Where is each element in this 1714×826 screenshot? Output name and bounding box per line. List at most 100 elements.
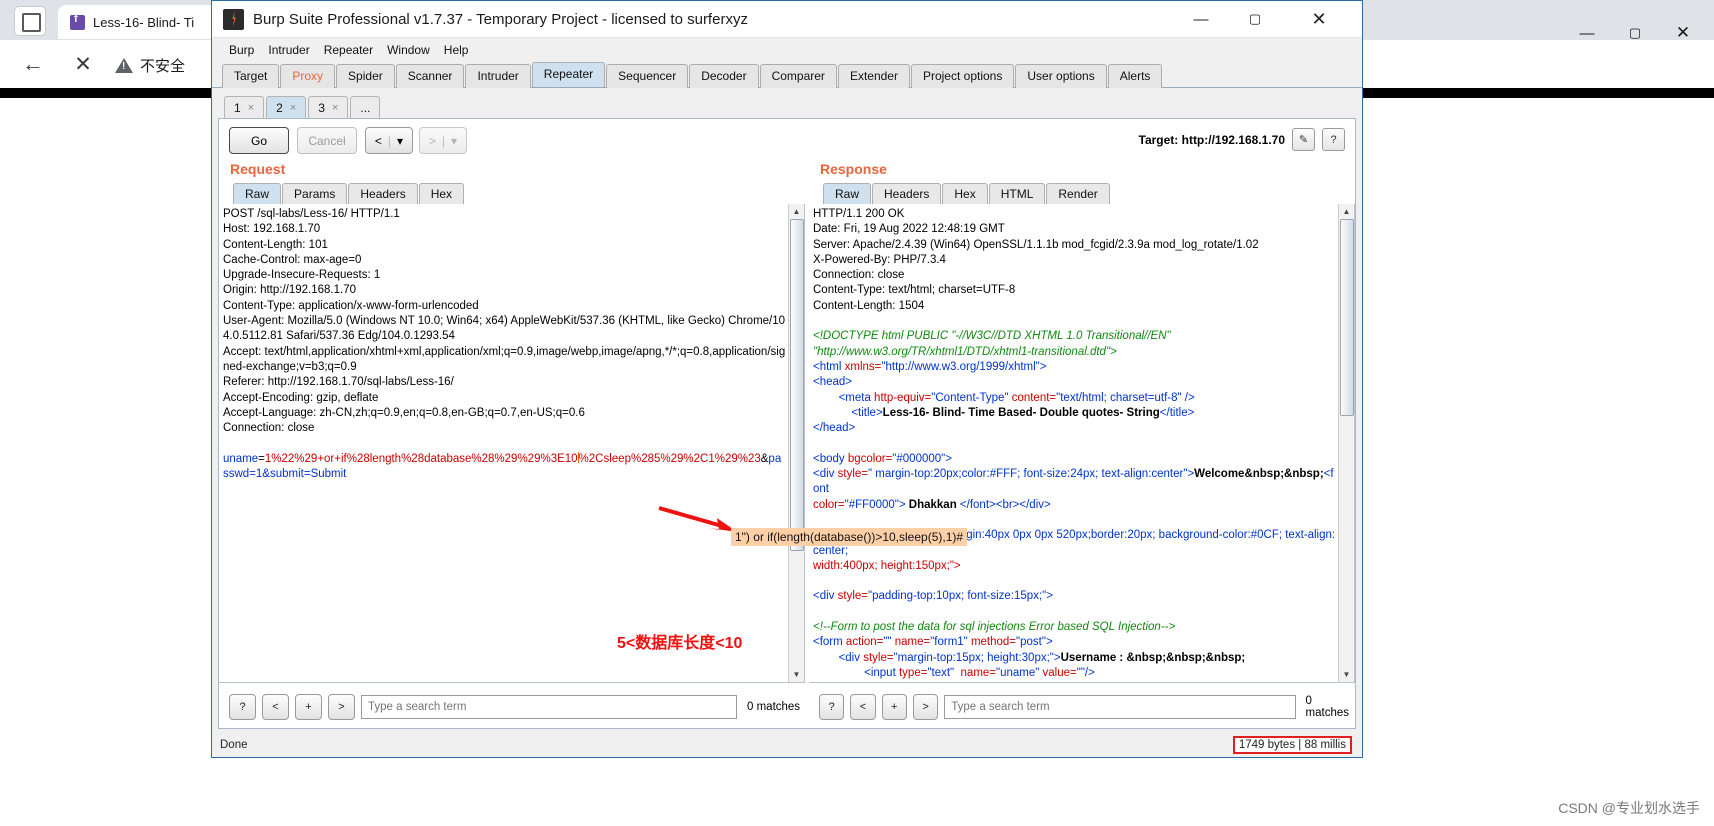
request-find-btn-3[interactable]: > xyxy=(328,694,355,720)
scroll-down-icon[interactable]: ▼ xyxy=(1341,669,1352,680)
response-title: Response xyxy=(820,161,887,177)
burp-main-tabbar: Target Proxy Spider Scanner Intruder Repeater… xyxy=(212,62,1362,88)
request-find-btn-0[interactable]: ? xyxy=(229,694,256,720)
browser-tab-title: Less-16- Blind- Ti xyxy=(93,14,195,30)
response-timing-badge: 1749 bytes | 88 millis xyxy=(1232,736,1352,754)
repeater-toolbar: Go Cancel < | ▾ > | ▾ Target: http://192… xyxy=(219,119,1355,161)
pencil-icon[interactable]: ✎ xyxy=(1292,128,1315,151)
stop-x-icon[interactable]: ✕ xyxy=(68,50,98,78)
next-request-button: > | ▾ xyxy=(419,127,467,154)
request-find-btn-2[interactable]: + xyxy=(295,694,322,720)
watermark: CSDN @专业划水选手 xyxy=(1558,800,1700,816)
response-search-input[interactable] xyxy=(944,695,1296,719)
request-response-split: Request Raw Params Headers Hex POST /sql-la… xyxy=(219,161,1355,728)
response-tab-raw[interactable]: Raw xyxy=(823,183,872,205)
tab-comparer[interactable]: Comparer xyxy=(759,64,837,88)
tab-spider[interactable]: Spider xyxy=(336,64,395,88)
request-tab-headers[interactable]: Headers xyxy=(348,183,418,205)
request-match-count: 0 matches xyxy=(747,701,801,713)
not-secure-warning-icon xyxy=(115,57,133,73)
tab-proxy[interactable]: Proxy xyxy=(280,64,336,88)
request-tab-params[interactable]: Params xyxy=(282,183,348,205)
repeater-panel: Go Cancel < | ▾ > | ▾ Target: http://192… xyxy=(218,118,1356,729)
page-favicon-icon xyxy=(70,13,85,30)
burp-titlebar: Burp Suite Professional v1.7.37 - Tempor… xyxy=(212,1,1362,38)
request-find-btn-1[interactable]: < xyxy=(262,694,289,720)
burp-close-button[interactable]: ✕ xyxy=(1296,1,1342,37)
close-tab-icon[interactable]: × xyxy=(332,102,338,114)
tab-decoder[interactable]: Decoder xyxy=(689,64,759,88)
repeater-tab-1[interactable]: 1 × xyxy=(224,96,265,120)
response-tab-html[interactable]: HTML xyxy=(988,183,1046,205)
response-find-btn-3[interactable]: > xyxy=(912,694,939,720)
response-pane: Response Raw Headers Hex HTML Render HTTP/1.… xyxy=(809,161,1355,728)
tab-repeater[interactable]: Repeater xyxy=(531,62,606,87)
request-tab-raw[interactable]: Raw xyxy=(233,183,282,205)
request-tab-hex[interactable]: Hex xyxy=(418,183,465,205)
tab-search-button[interactable] xyxy=(14,6,46,36)
menu-help[interactable]: Help xyxy=(437,40,476,60)
repeater-tab-label: 3 xyxy=(318,101,325,115)
tab-sequencer[interactable]: Sequencer xyxy=(606,64,689,88)
chinese-note-annotation: 5<数据库长度<10 xyxy=(617,635,743,652)
repeater-tab-...[interactable]: ... xyxy=(350,96,381,120)
burp-maximize-button[interactable]: ▢ xyxy=(1232,1,1278,37)
close-tab-icon[interactable]: × xyxy=(290,102,296,114)
scroll-up-icon[interactable]: ▲ xyxy=(1341,206,1352,217)
response-tab-render[interactable]: Render xyxy=(1046,183,1110,205)
next-dropdown-icon: ▾ xyxy=(451,133,458,148)
response-tab-hex[interactable]: Hex xyxy=(942,183,988,205)
request-scroll-thumb[interactable] xyxy=(790,219,804,551)
response-tab-headers[interactable]: Headers xyxy=(872,183,942,205)
scroll-up-icon[interactable]: ▲ xyxy=(791,206,802,217)
request-editor[interactable]: POST /sql-labs/Less-16/ HTTP/1.1 Host: 1… xyxy=(219,204,805,683)
repeater-tab-3[interactable]: 3 × xyxy=(308,96,349,120)
burp-minimize-button[interactable]: — xyxy=(1178,1,1224,37)
menu-repeater[interactable]: Repeater xyxy=(317,40,380,60)
response-scrollbar[interactable]: ▲ ▼ xyxy=(1338,204,1354,682)
menu-intruder[interactable]: Intruder xyxy=(261,40,316,60)
previous-request-button[interactable]: < | ▾ xyxy=(365,127,413,154)
tab-target[interactable]: Target xyxy=(222,64,280,88)
close-tab-icon[interactable]: × xyxy=(248,102,254,114)
target-url-label: Target: http://192.168.1.70 xyxy=(1138,132,1286,147)
tab-project-options[interactable]: Project options xyxy=(910,64,1015,88)
go-button[interactable]: Go xyxy=(229,127,289,154)
burp-logo-icon xyxy=(223,8,244,30)
tab-scanner[interactable]: Scanner xyxy=(395,64,465,88)
prev-dropdown-icon[interactable]: ▾ xyxy=(397,134,403,148)
burp-suite-window: Burp Suite Professional v1.7.37 - Tempor… xyxy=(211,0,1363,758)
response-editor[interactable]: HTTP/1.1 200 OK Date: Fri, 19 Aug 2022 1… xyxy=(809,204,1355,683)
burp-menubar: Burp Intruder Repeater Window Help xyxy=(212,38,1362,62)
response-scroll-thumb[interactable] xyxy=(1340,219,1354,416)
response-match-count: 0 matches xyxy=(1305,695,1350,719)
request-title: Request xyxy=(230,161,286,177)
cancel-button: Cancel xyxy=(297,127,357,154)
next-arrow-icon: > xyxy=(428,133,436,148)
request-raw-text[interactable]: POST /sql-labs/Less-16/ HTTP/1.1 Host: 1… xyxy=(223,207,786,482)
response-raw-text[interactable]: HTTP/1.1 200 OK Date: Fri, 19 Aug 2022 1… xyxy=(813,207,1336,682)
tab-intruder[interactable]: Intruder xyxy=(465,64,531,88)
response-find-btn-0[interactable]: ? xyxy=(819,694,845,720)
response-find-btn-2[interactable]: + xyxy=(881,694,907,720)
menu-window[interactable]: Window xyxy=(380,40,437,60)
request-subtabs: Raw Params Headers Hex xyxy=(219,182,805,205)
request-scrollbar[interactable]: ▲ ▼ xyxy=(788,204,804,682)
decoded-payload-annotation: 1") or if(length(database())>10,sleep(5)… xyxy=(731,528,968,546)
scroll-down-icon[interactable]: ▼ xyxy=(791,669,802,680)
tab-user-options[interactable]: User options xyxy=(1015,64,1107,88)
response-subtabs: Raw Headers Hex HTML Render xyxy=(809,182,1355,205)
prev-arrow-icon: < xyxy=(374,133,382,148)
repeater-tab-2[interactable]: 2 × xyxy=(266,96,307,120)
menu-burp[interactable]: Burp xyxy=(222,40,261,60)
back-arrow-icon[interactable]: ← xyxy=(18,50,48,78)
response-find-btn-1[interactable]: < xyxy=(850,694,876,720)
tab-extender[interactable]: Extender xyxy=(837,64,910,88)
request-search-input[interactable] xyxy=(361,695,737,719)
burp-window-title: Burp Suite Professional v1.7.37 - Tempor… xyxy=(253,10,748,28)
target-area: Target: http://192.168.1.70 ✎ ? xyxy=(1138,128,1345,151)
question-mark-icon[interactable]: ? xyxy=(1322,128,1345,151)
repeater-tab-label: 1 xyxy=(234,101,241,115)
tab-alerts[interactable]: Alerts xyxy=(1107,64,1163,88)
repeater-tab-label: ... xyxy=(360,101,371,115)
